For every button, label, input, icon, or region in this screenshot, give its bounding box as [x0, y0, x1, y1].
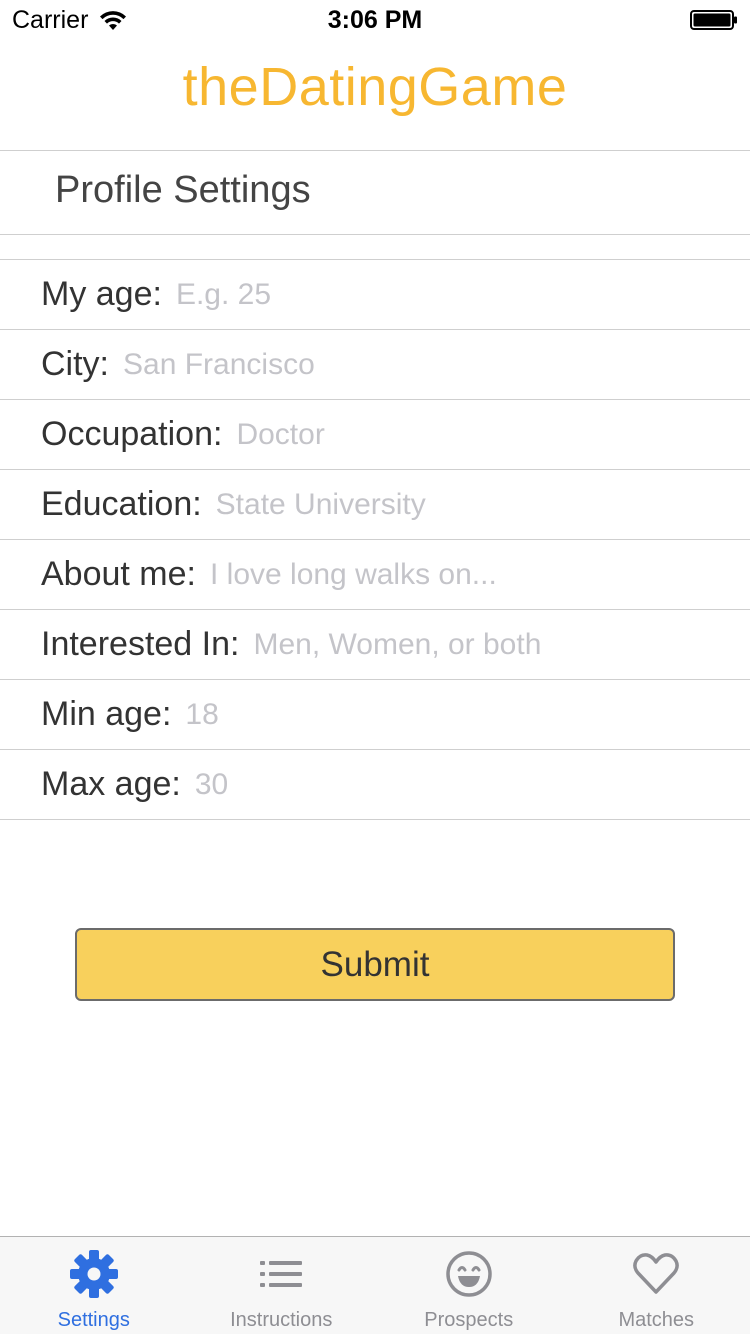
min-age-input[interactable] — [185, 697, 750, 732]
city-input[interactable] — [123, 347, 750, 382]
occupation-row: Occupation: — [0, 400, 750, 470]
tab-settings-label: Settings — [57, 1309, 130, 1331]
age-input[interactable] — [175, 277, 750, 312]
status-bar: Carrier 3:06 PM — [0, 0, 750, 40]
education-input[interactable] — [215, 487, 750, 522]
interested-in-label: Interested In: — [41, 625, 240, 663]
app-title: theDatingGame — [182, 57, 568, 117]
section-title: Profile Settings — [55, 169, 311, 211]
tab-matches[interactable]: Matches — [563, 1237, 750, 1334]
education-label: Education: — [41, 485, 202, 523]
about-me-row: About me: — [0, 540, 750, 610]
gear-icon — [69, 1250, 118, 1298]
age-row: My age: — [0, 260, 750, 330]
max-age-label: Max age: — [41, 765, 181, 803]
status-time: 3:06 PM — [327, 6, 423, 34]
tab-prospects[interactable]: Prospects — [375, 1237, 563, 1334]
submit-button[interactable]: Submit — [75, 928, 675, 1001]
education-row: Education: — [0, 470, 750, 540]
tab-instructions[interactable]: Instructions — [188, 1237, 376, 1334]
battery-icon — [690, 10, 737, 30]
section-header: Profile Settings — [0, 151, 750, 235]
occupation-label: Occupation: — [41, 415, 223, 453]
min-age-row: Min age: — [0, 680, 750, 750]
tab-prospects-label: Prospects — [424, 1309, 514, 1331]
city-label: City: — [41, 345, 109, 383]
occupation-input[interactable] — [236, 417, 750, 452]
list-icon — [260, 1261, 303, 1287]
max-age-input[interactable] — [194, 767, 750, 802]
tab-instructions-label: Instructions — [230, 1309, 333, 1331]
min-age-label: Min age: — [41, 695, 172, 733]
interested-in-input[interactable] — [253, 627, 750, 662]
tab-matches-label: Matches — [618, 1309, 695, 1331]
app-screen: Carrier 3:06 PM theDatingGame Profile Se… — [0, 0, 750, 1334]
smiley-icon — [446, 1251, 492, 1297]
tab-bar: Settings Instructions Prospects Matches — [0, 1236, 750, 1334]
age-label: My age: — [41, 275, 162, 313]
about-me-label: About me: — [41, 555, 196, 593]
city-row: City: — [0, 330, 750, 400]
interested-in-row: Interested In: — [0, 610, 750, 680]
about-me-input[interactable] — [209, 557, 750, 592]
heart-icon — [633, 1253, 680, 1294]
max-age-row: Max age: — [0, 750, 750, 820]
tab-settings[interactable]: Settings — [0, 1237, 188, 1334]
profile-form: My age: City: Occupation: Education: Abo… — [0, 259, 750, 820]
